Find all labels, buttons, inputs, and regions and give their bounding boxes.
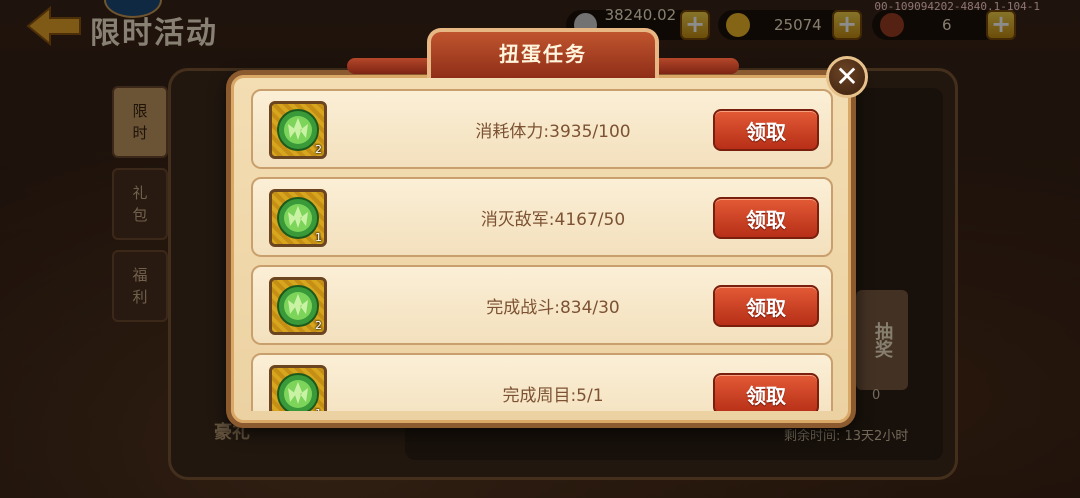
reward-item[interactable]: 2 — [269, 101, 327, 159]
claim-button[interactable]: 领取 — [713, 373, 819, 411]
green-orb-icon — [277, 197, 319, 239]
task-row: 1 完成周目:5/1 领取 — [251, 353, 833, 411]
header-wing-right — [659, 58, 739, 74]
item-count: 2 — [315, 143, 322, 156]
claim-button[interactable]: 领取 — [713, 109, 819, 151]
task-progress: 完成战斗:834/30 — [486, 297, 620, 318]
task-row: 2 完成战斗:834/30 领取 — [251, 265, 833, 345]
reward-item[interactable]: 1 — [269, 189, 327, 247]
close-icon: ✕ — [835, 60, 859, 93]
header-wing-left — [347, 58, 427, 74]
claim-button[interactable]: 领取 — [713, 197, 819, 239]
item-count: 1 — [315, 231, 322, 244]
item-count: 1 — [315, 407, 322, 411]
modal-title: 扭蛋任务 — [499, 41, 587, 66]
close-button[interactable]: ✕ — [826, 56, 868, 98]
green-orb-icon — [277, 109, 319, 151]
reward-item[interactable]: 2 — [269, 277, 327, 335]
item-count: 2 — [315, 319, 322, 332]
green-orb-icon — [277, 285, 319, 327]
modal-header: 扭蛋任务 — [347, 28, 739, 78]
reward-item[interactable]: 1 — [269, 365, 327, 411]
task-list[interactable]: 2 消耗体力:3935/100 领取 1 消灭敌军:4167/50 领取 2 完… — [251, 89, 833, 411]
task-progress: 完成周目:5/1 — [502, 385, 604, 406]
green-orb-icon — [277, 373, 319, 411]
claim-button[interactable]: 领取 — [713, 285, 819, 327]
task-progress: 消耗体力:3935/100 — [475, 121, 631, 142]
task-row: 2 消耗体力:3935/100 领取 — [251, 89, 833, 169]
task-progress: 消灭敌军:4167/50 — [480, 209, 626, 230]
task-row: 1 消灭敌军:4167/50 领取 — [251, 177, 833, 257]
gacha-task-modal: 2 消耗体力:3935/100 领取 1 消灭敌军:4167/50 领取 2 完… — [226, 70, 856, 428]
